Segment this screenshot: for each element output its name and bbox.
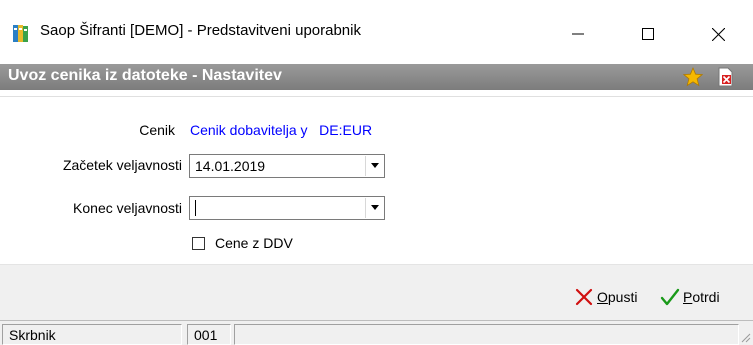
cenik-label: Cenik	[139, 122, 175, 138]
resize-grip-icon[interactable]	[739, 331, 751, 343]
minimize-icon	[572, 28, 584, 40]
end-date-dropdown-button[interactable]	[365, 198, 383, 218]
action-bar: Opusti Potrdi	[0, 264, 753, 320]
maximize-button[interactable]	[625, 14, 671, 54]
chevron-down-icon	[370, 163, 380, 169]
close-button[interactable]	[695, 14, 741, 54]
books-icon	[12, 24, 30, 44]
status-user: Skrbnik	[2, 324, 182, 345]
confirm-label: Potrdi	[683, 289, 720, 305]
close-icon	[711, 27, 725, 41]
delete-document-icon[interactable]	[715, 67, 735, 87]
end-date-label: Konec veljavnosti	[73, 200, 182, 216]
vat-prices-label[interactable]: Cene z DDV	[215, 235, 293, 251]
end-date-combobox[interactable]	[189, 196, 385, 220]
text-cursor	[195, 200, 196, 216]
maximize-icon	[642, 28, 654, 40]
cancel-label: Opusti	[597, 289, 638, 305]
form-header: Uvoz cenika iz datoteke - Nastavitev	[0, 64, 753, 90]
star-icon[interactable]	[682, 66, 704, 87]
start-date-dropdown-button[interactable]	[365, 156, 383, 176]
start-date-label: Začetek veljavnosti	[62, 157, 182, 173]
chevron-down-icon	[370, 205, 380, 211]
form-title: Uvoz cenika iz datoteke - Nastavitev	[8, 67, 282, 84]
checkmark-icon	[659, 286, 681, 308]
minimize-button[interactable]	[555, 14, 601, 54]
cancel-button[interactable]: Opusti	[573, 286, 637, 308]
window-title: Saop Šifranti [DEMO] - Predstavitveni up…	[40, 22, 361, 39]
vat-prices-checkbox[interactable]	[192, 237, 205, 250]
confirm-button[interactable]: Potrdi	[659, 286, 720, 308]
status-code: 001	[187, 324, 231, 345]
cenik-value: Cenik dobavitelja y DE:EUR	[190, 122, 373, 138]
status-bar: Skrbnik 001	[0, 320, 753, 345]
divider	[0, 96, 753, 97]
window-titlebar: Saop Šifranti [DEMO] - Predstavitveni up…	[0, 0, 753, 64]
start-date-value[interactable]: 14.01.2019	[195, 158, 265, 174]
start-date-combobox[interactable]: 14.01.2019	[189, 154, 385, 178]
status-info	[234, 324, 739, 345]
x-icon	[573, 286, 595, 308]
